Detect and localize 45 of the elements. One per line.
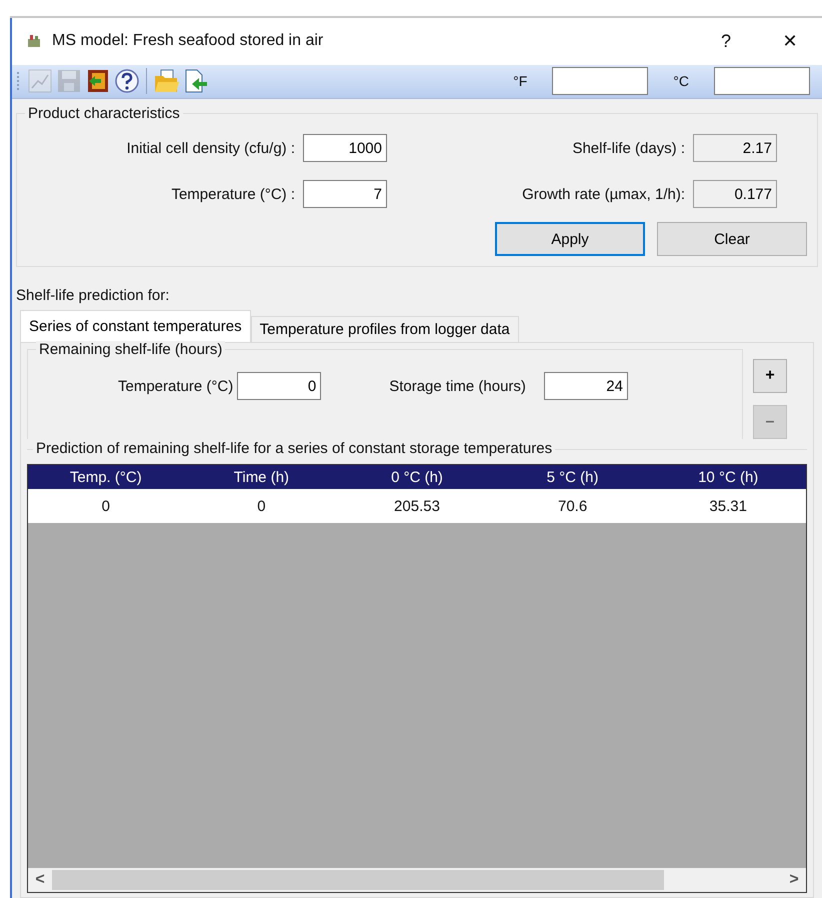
- field-label: Temperature (°C): [118, 378, 234, 394]
- grip-icon: [16, 70, 20, 92]
- group-title: Remaining shelf-life (hours): [36, 341, 226, 358]
- fahrenheit-label: °F: [513, 73, 528, 90]
- column-header[interactable]: 0 °C (h): [339, 468, 495, 486]
- table-cell-text: 0: [100, 498, 111, 514]
- field-label: Initial cell density (cfu/g) :: [126, 140, 295, 156]
- scroll-left-button[interactable]: <: [28, 871, 52, 889]
- field-label: Storage time (hours): [389, 378, 526, 394]
- group-title: Prediction of remaining shelf-life for a series of constant storage temperatures: [33, 440, 556, 457]
- help-icon[interactable]: [114, 68, 140, 94]
- table-cell-text: 0: [256, 498, 267, 514]
- celsius-field[interactable]: [714, 67, 810, 96]
- close-button[interactable]: ✕: [758, 21, 822, 62]
- input-field[interactable]: 0: [237, 372, 322, 400]
- field-label: Temperature (°C) :: [171, 186, 295, 202]
- tab[interactable]: Temperature profiles from logger data: [250, 316, 519, 342]
- input-field[interactable]: 7: [303, 180, 387, 208]
- scroll-thumb[interactable]: [52, 870, 664, 890]
- clear-button[interactable]: Clear: [657, 222, 807, 256]
- column-header[interactable]: Time (h): [184, 468, 340, 486]
- add-button[interactable]: +: [753, 359, 787, 393]
- scroll-right-button[interactable]: >: [782, 871, 806, 889]
- column-header[interactable]: Temp. (°C): [28, 468, 184, 486]
- apply-button[interactable]: Apply: [495, 222, 645, 256]
- folder-icon[interactable]: [153, 68, 179, 94]
- table-cell-text: 70.6: [556, 498, 588, 514]
- column-header[interactable]: 10 °C (h): [650, 468, 806, 486]
- fahrenheit-field[interactable]: [552, 67, 648, 96]
- help-button[interactable]: ?: [694, 21, 758, 62]
- section-label: Shelf-life prediction for:: [16, 287, 170, 304]
- table-cell-text: 35.31: [708, 498, 748, 514]
- column-header[interactable]: 5 °C (h): [494, 468, 650, 486]
- window-title: MS model: Fresh seafood stored in air: [52, 32, 324, 50]
- field-label: Growth rate (µmax, 1/h):: [522, 186, 685, 202]
- output-field[interactable]: 2.17: [693, 134, 777, 162]
- table-cell-text: 205.53: [393, 498, 441, 514]
- app-icon: [26, 33, 42, 50]
- output-field[interactable]: 0.177: [693, 180, 777, 208]
- input-field[interactable]: 1000: [303, 134, 387, 162]
- exit-icon[interactable]: [85, 68, 111, 94]
- input-field[interactable]: 24: [544, 372, 628, 400]
- tab[interactable]: Series of constant temperatures: [20, 310, 251, 342]
- field-label: Shelf-life (days) :: [572, 140, 685, 156]
- celsius-label: °C: [673, 73, 689, 90]
